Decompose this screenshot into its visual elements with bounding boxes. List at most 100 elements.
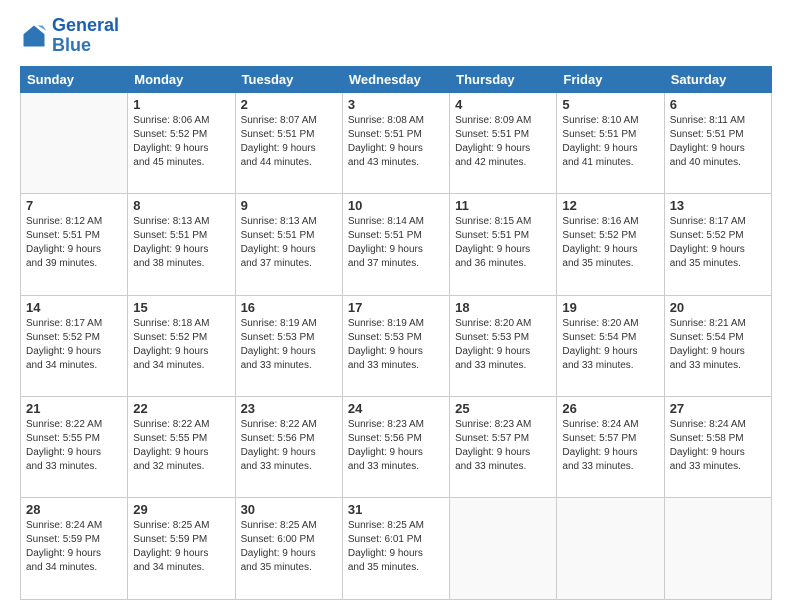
day-number: 31 — [348, 502, 444, 517]
day-info: Sunrise: 8:23 AM Sunset: 5:56 PM Dayligh… — [348, 418, 444, 474]
day-number: 7 — [26, 198, 122, 213]
calendar-cell: 22 Sunrise: 8:22 AM Sunset: 5:55 PM Dayli… — [128, 397, 235, 498]
day-info: Sunrise: 8:11 AM Sunset: 5:51 PM Dayligh… — [670, 114, 766, 170]
day-number: 25 — [455, 401, 551, 416]
calendar-cell: 23 Sunrise: 8:22 AM Sunset: 5:56 PM Dayli… — [235, 397, 342, 498]
day-info: Sunrise: 8:13 AM Sunset: 5:51 PM Dayligh… — [241, 215, 337, 271]
day-number: 11 — [455, 198, 551, 213]
calendar-cell: 16 Sunrise: 8:19 AM Sunset: 5:53 PM Dayli… — [235, 295, 342, 396]
day-number: 28 — [26, 502, 122, 517]
weekday-header-tuesday: Tuesday — [235, 66, 342, 92]
calendar-cell: 29 Sunrise: 8:25 AM Sunset: 5:59 PM Dayli… — [128, 498, 235, 600]
day-number: 20 — [670, 300, 766, 315]
calendar-cell: 21 Sunrise: 8:22 AM Sunset: 5:55 PM Dayli… — [21, 397, 128, 498]
day-number: 18 — [455, 300, 551, 315]
weekday-header-sunday: Sunday — [21, 66, 128, 92]
day-number: 3 — [348, 97, 444, 112]
calendar-cell: 7Sunrise: 8:12 AM Sunset: 5:51 PM Daylig… — [21, 194, 128, 295]
calendar-cell: 27 Sunrise: 8:24 AM Sunset: 5:58 PM Dayli… — [664, 397, 771, 498]
day-number: 6 — [670, 97, 766, 112]
day-info: Sunrise: 8:07 AM Sunset: 5:51 PM Dayligh… — [241, 114, 337, 170]
calendar-week-row: 14Sunrise: 8:17 AM Sunset: 5:52 PM Dayli… — [21, 295, 772, 396]
calendar-cell — [557, 498, 664, 600]
weekday-header-saturday: Saturday — [664, 66, 771, 92]
calendar-cell: 15Sunrise: 8:18 AM Sunset: 5:52 PM Dayli… — [128, 295, 235, 396]
calendar-cell: 2 Sunrise: 8:07 AM Sunset: 5:51 PM Daylig… — [235, 92, 342, 193]
calendar-cell: 26Sunrise: 8:24 AM Sunset: 5:57 PM Dayli… — [557, 397, 664, 498]
calendar-cell — [21, 92, 128, 193]
weekday-header-monday: Monday — [128, 66, 235, 92]
header: General Blue — [20, 16, 772, 56]
calendar-cell: 30 Sunrise: 8:25 AM Sunset: 6:00 PM Dayli… — [235, 498, 342, 600]
page: General Blue SundayMondayTuesdayWednesda… — [0, 0, 792, 612]
day-info: Sunrise: 8:22 AM Sunset: 5:56 PM Dayligh… — [241, 418, 337, 474]
calendar-cell: 19Sunrise: 8:20 AM Sunset: 5:54 PM Dayli… — [557, 295, 664, 396]
calendar-cell: 5 Sunrise: 8:10 AM Sunset: 5:51 PM Daylig… — [557, 92, 664, 193]
day-info: Sunrise: 8:19 AM Sunset: 5:53 PM Dayligh… — [241, 317, 337, 373]
day-info: Sunrise: 8:06 AM Sunset: 5:52 PM Dayligh… — [133, 114, 229, 170]
calendar-week-row: 28 Sunrise: 8:24 AM Sunset: 5:59 PM Dayli… — [21, 498, 772, 600]
day-number: 22 — [133, 401, 229, 416]
calendar-cell: 13Sunrise: 8:17 AM Sunset: 5:52 PM Dayli… — [664, 194, 771, 295]
day-info: Sunrise: 8:22 AM Sunset: 5:55 PM Dayligh… — [26, 418, 122, 474]
day-number: 29 — [133, 502, 229, 517]
calendar-cell: 20Sunrise: 8:21 AM Sunset: 5:54 PM Dayli… — [664, 295, 771, 396]
calendar-cell: 4 Sunrise: 8:09 AM Sunset: 5:51 PM Daylig… — [450, 92, 557, 193]
day-number: 4 — [455, 97, 551, 112]
day-info: Sunrise: 8:10 AM Sunset: 5:51 PM Dayligh… — [562, 114, 658, 170]
day-number: 27 — [670, 401, 766, 416]
day-number: 30 — [241, 502, 337, 517]
day-info: Sunrise: 8:23 AM Sunset: 5:57 PM Dayligh… — [455, 418, 551, 474]
day-info: Sunrise: 8:17 AM Sunset: 5:52 PM Dayligh… — [26, 317, 122, 373]
logo-icon — [20, 22, 48, 50]
day-number: 16 — [241, 300, 337, 315]
day-info: Sunrise: 8:17 AM Sunset: 5:52 PM Dayligh… — [670, 215, 766, 271]
calendar-cell: 25 Sunrise: 8:23 AM Sunset: 5:57 PM Dayli… — [450, 397, 557, 498]
day-number: 21 — [26, 401, 122, 416]
day-number: 8 — [133, 198, 229, 213]
calendar-header-row: SundayMondayTuesdayWednesdayThursdayFrid… — [21, 66, 772, 92]
calendar-table: SundayMondayTuesdayWednesdayThursdayFrid… — [20, 66, 772, 600]
day-info: Sunrise: 8:16 AM Sunset: 5:52 PM Dayligh… — [562, 215, 658, 271]
day-number: 24 — [348, 401, 444, 416]
day-number: 26 — [562, 401, 658, 416]
calendar-cell: 8 Sunrise: 8:13 AM Sunset: 5:51 PM Daylig… — [128, 194, 235, 295]
calendar-week-row: 21 Sunrise: 8:22 AM Sunset: 5:55 PM Dayli… — [21, 397, 772, 498]
day-info: Sunrise: 8:24 AM Sunset: 5:58 PM Dayligh… — [670, 418, 766, 474]
calendar-cell: 17 Sunrise: 8:19 AM Sunset: 5:53 PM Dayli… — [342, 295, 449, 396]
calendar-cell: 24 Sunrise: 8:23 AM Sunset: 5:56 PM Dayli… — [342, 397, 449, 498]
day-info: Sunrise: 8:08 AM Sunset: 5:51 PM Dayligh… — [348, 114, 444, 170]
day-number: 15 — [133, 300, 229, 315]
day-info: Sunrise: 8:19 AM Sunset: 5:53 PM Dayligh… — [348, 317, 444, 373]
day-number: 17 — [348, 300, 444, 315]
day-number: 19 — [562, 300, 658, 315]
calendar-cell: 1 Sunrise: 8:06 AM Sunset: 5:52 PM Daylig… — [128, 92, 235, 193]
calendar-cell: 12 Sunrise: 8:16 AM Sunset: 5:52 PM Dayli… — [557, 194, 664, 295]
day-info: Sunrise: 8:09 AM Sunset: 5:51 PM Dayligh… — [455, 114, 551, 170]
calendar-cell: 6 Sunrise: 8:11 AM Sunset: 5:51 PM Daylig… — [664, 92, 771, 193]
calendar-cell: 11 Sunrise: 8:15 AM Sunset: 5:51 PM Dayli… — [450, 194, 557, 295]
calendar-cell: 9Sunrise: 8:13 AM Sunset: 5:51 PM Daylig… — [235, 194, 342, 295]
calendar-cell: 31 Sunrise: 8:25 AM Sunset: 6:01 PM Dayli… — [342, 498, 449, 600]
day-number: 12 — [562, 198, 658, 213]
day-info: Sunrise: 8:22 AM Sunset: 5:55 PM Dayligh… — [133, 418, 229, 474]
day-number: 2 — [241, 97, 337, 112]
day-number: 10 — [348, 198, 444, 213]
calendar-cell: 28 Sunrise: 8:24 AM Sunset: 5:59 PM Dayli… — [21, 498, 128, 600]
calendar-cell: 14Sunrise: 8:17 AM Sunset: 5:52 PM Dayli… — [21, 295, 128, 396]
day-info: Sunrise: 8:24 AM Sunset: 5:59 PM Dayligh… — [26, 519, 122, 575]
weekday-header-thursday: Thursday — [450, 66, 557, 92]
calendar-cell: 18Sunrise: 8:20 AM Sunset: 5:53 PM Dayli… — [450, 295, 557, 396]
calendar-cell: 10 Sunrise: 8:14 AM Sunset: 5:51 PM Dayli… — [342, 194, 449, 295]
calendar-week-row: 1 Sunrise: 8:06 AM Sunset: 5:52 PM Daylig… — [21, 92, 772, 193]
weekday-header-wednesday: Wednesday — [342, 66, 449, 92]
day-info: Sunrise: 8:25 AM Sunset: 6:01 PM Dayligh… — [348, 519, 444, 575]
day-info: Sunrise: 8:14 AM Sunset: 5:51 PM Dayligh… — [348, 215, 444, 271]
day-number: 1 — [133, 97, 229, 112]
day-number: 23 — [241, 401, 337, 416]
day-info: Sunrise: 8:25 AM Sunset: 5:59 PM Dayligh… — [133, 519, 229, 575]
day-info: Sunrise: 8:25 AM Sunset: 6:00 PM Dayligh… — [241, 519, 337, 575]
day-info: Sunrise: 8:15 AM Sunset: 5:51 PM Dayligh… — [455, 215, 551, 271]
day-number: 5 — [562, 97, 658, 112]
day-info: Sunrise: 8:13 AM Sunset: 5:51 PM Dayligh… — [133, 215, 229, 271]
